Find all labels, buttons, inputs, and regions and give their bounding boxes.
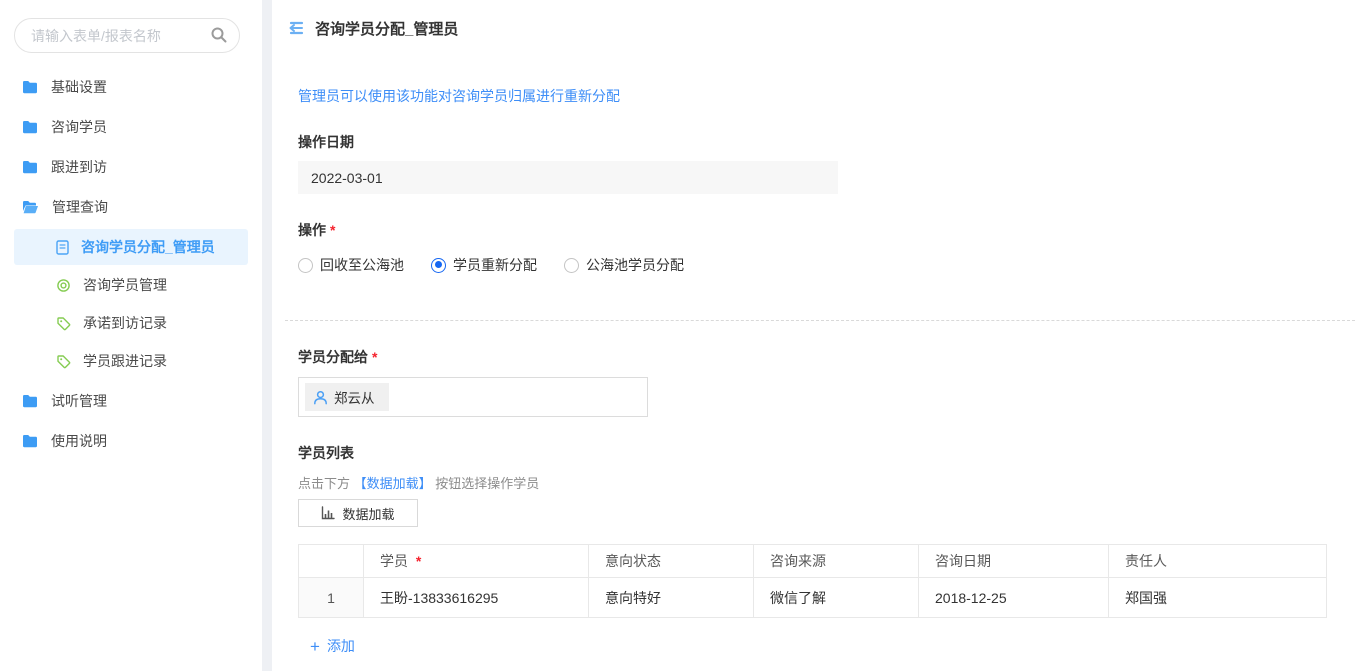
cell-owner: 郑国强 — [1109, 578, 1327, 618]
sidebar-search — [14, 18, 242, 53]
radio-circle-icon — [564, 258, 579, 273]
student-list-hint: 点击下方 【数据加载】 按钮选择操作学员 — [298, 473, 1327, 492]
sidebar-item-basic-settings[interactable]: 基础设置 — [0, 67, 262, 107]
cell-status: 意向特好 — [589, 578, 754, 618]
section-divider — [285, 320, 1355, 321]
sidebar-item-label: 跟进到访 — [51, 157, 107, 177]
required-asterisk: * — [330, 222, 335, 238]
add-link-label: 添加 — [327, 636, 355, 656]
sidebar-item-audition-manage[interactable]: 试听管理 — [0, 381, 262, 421]
data-load-label: 数据加载 — [342, 504, 394, 523]
sidebar-item-usage-guide[interactable]: 使用说明 — [0, 421, 262, 461]
assignee-chip[interactable]: 郑云从 — [305, 383, 389, 411]
student-list-label: 学员列表 — [298, 443, 1327, 463]
folder-open-icon — [22, 200, 39, 214]
col-header-owner: 责任人 — [1109, 545, 1327, 578]
plus-icon: + — [310, 638, 320, 655]
admin-hint-text: 管理员可以使用该功能对咨询学员归属进行重新分配 — [298, 86, 1327, 106]
assign-to-field[interactable]: 郑云从 — [298, 377, 648, 417]
student-table: 学员 * 意向状态 咨询来源 咨询日期 责任人 1 王盼-13833616295… — [298, 544, 1327, 618]
sidebar-item-label: 承诺到访记录 — [83, 313, 167, 333]
folder-icon — [22, 120, 38, 134]
radio-recycle-to-pool[interactable]: 回收至公海池 — [298, 255, 404, 275]
operation-label: 操作* — [298, 220, 1327, 240]
sidebar-item-admin-query[interactable]: 管理查询 — [0, 187, 262, 227]
hint-load-link: 【数据加载】 — [354, 476, 432, 491]
tag-icon — [56, 354, 71, 369]
table-row: 1 王盼-13833616295 意向特好 微信了解 2018-12-25 郑国… — [299, 578, 1327, 618]
sidebar-item-follow-visits[interactable]: 跟进到访 — [0, 147, 262, 187]
col-header-source: 咨询来源 — [754, 545, 919, 578]
required-asterisk: * — [416, 553, 421, 569]
hint-suffix: 按钮选择操作学员 — [435, 476, 539, 491]
sidebar-item-student-follow-records[interactable]: 学员跟进记录 — [14, 343, 248, 379]
main-panel: 咨询学员分配_管理员 管理员可以使用该功能对咨询学员归属进行重新分配 操作日期 … — [272, 0, 1355, 671]
page-header: 咨询学员分配_管理员 — [272, 0, 1355, 56]
radio-circle-icon — [298, 258, 313, 273]
sidebar-item-label: 咨询学员管理 — [83, 275, 167, 295]
target-icon — [56, 278, 71, 293]
cell-row-index: 1 — [299, 578, 364, 618]
radio-reassign-student[interactable]: 学员重新分配 — [431, 255, 537, 275]
panel-divider — [262, 0, 272, 671]
sidebar-item-label: 学员跟进记录 — [83, 351, 167, 371]
col-header-date: 咨询日期 — [919, 545, 1109, 578]
hint-prefix: 点击下方 — [298, 476, 350, 491]
sidebar-item-visit-promise-records[interactable]: 承诺到访记录 — [14, 305, 248, 341]
col-header-student: 学员 * — [364, 545, 589, 578]
col-header-index — [299, 545, 364, 578]
col-header-status: 意向状态 — [589, 545, 754, 578]
cell-source: 微信了解 — [754, 578, 919, 618]
radio-pool-student-assign[interactable]: 公海池学员分配 — [564, 255, 684, 275]
operation-radio-group: 回收至公海池 学员重新分配 公海池学员分配 — [298, 255, 1327, 275]
add-row-link[interactable]: + 添加 — [310, 636, 355, 656]
person-icon — [313, 390, 328, 405]
radio-label: 公海池学员分配 — [586, 255, 684, 275]
bar-chart-icon — [321, 506, 335, 520]
operation-date-label: 操作日期 — [298, 132, 1327, 152]
sidebar-item-label: 管理查询 — [52, 197, 108, 217]
sidebar-item-label: 使用说明 — [51, 431, 107, 451]
search-icon[interactable] — [210, 26, 228, 44]
sidebar-item-student-assign-admin[interactable]: 咨询学员分配_管理员 — [14, 229, 248, 265]
folder-icon — [22, 394, 38, 408]
sidebar-item-consult-students[interactable]: 咨询学员 — [0, 107, 262, 147]
radio-circle-icon-selected — [431, 258, 446, 273]
data-load-button[interactable]: 数据加载 — [298, 499, 418, 527]
cell-date: 2018-12-25 — [919, 578, 1109, 618]
sidebar-item-label: 试听管理 — [51, 391, 107, 411]
folder-icon — [22, 80, 38, 94]
collapse-sidebar-icon[interactable] — [286, 20, 304, 36]
sidebar-nav: 基础设置 咨询学员 跟进到访 管理查询 咨询学员分配_管理员 — [0, 67, 262, 461]
folder-icon — [22, 160, 38, 174]
assign-to-label: 学员分配给* — [298, 347, 1327, 367]
sidebar-item-label: 基础设置 — [51, 77, 107, 97]
sidebar-item-label: 咨询学员分配_管理员 — [81, 237, 215, 257]
radio-label: 回收至公海池 — [320, 255, 404, 275]
operation-date-value: 2022-03-01 — [311, 170, 383, 186]
document-icon — [56, 240, 69, 255]
sidebar-item-student-manage[interactable]: 咨询学员管理 — [14, 267, 248, 303]
table-header-row: 学员 * 意向状态 咨询来源 咨询日期 责任人 — [299, 545, 1327, 578]
form-content: 管理员可以使用该功能对咨询学员归属进行重新分配 操作日期 2022-03-01 … — [272, 86, 1355, 671]
search-input[interactable] — [14, 18, 240, 53]
radio-label: 学员重新分配 — [453, 255, 537, 275]
sidebar-item-label: 咨询学员 — [51, 117, 107, 137]
cell-student: 王盼-13833616295 — [364, 578, 589, 618]
page-title: 咨询学员分配_管理员 — [315, 18, 458, 39]
tag-icon — [56, 316, 71, 331]
operation-date-field[interactable]: 2022-03-01 — [298, 161, 838, 194]
folder-icon — [22, 434, 38, 448]
sidebar: 基础设置 咨询学员 跟进到访 管理查询 咨询学员分配_管理员 — [0, 0, 262, 671]
required-asterisk: * — [372, 349, 377, 365]
assignee-name: 郑云从 — [334, 387, 375, 407]
